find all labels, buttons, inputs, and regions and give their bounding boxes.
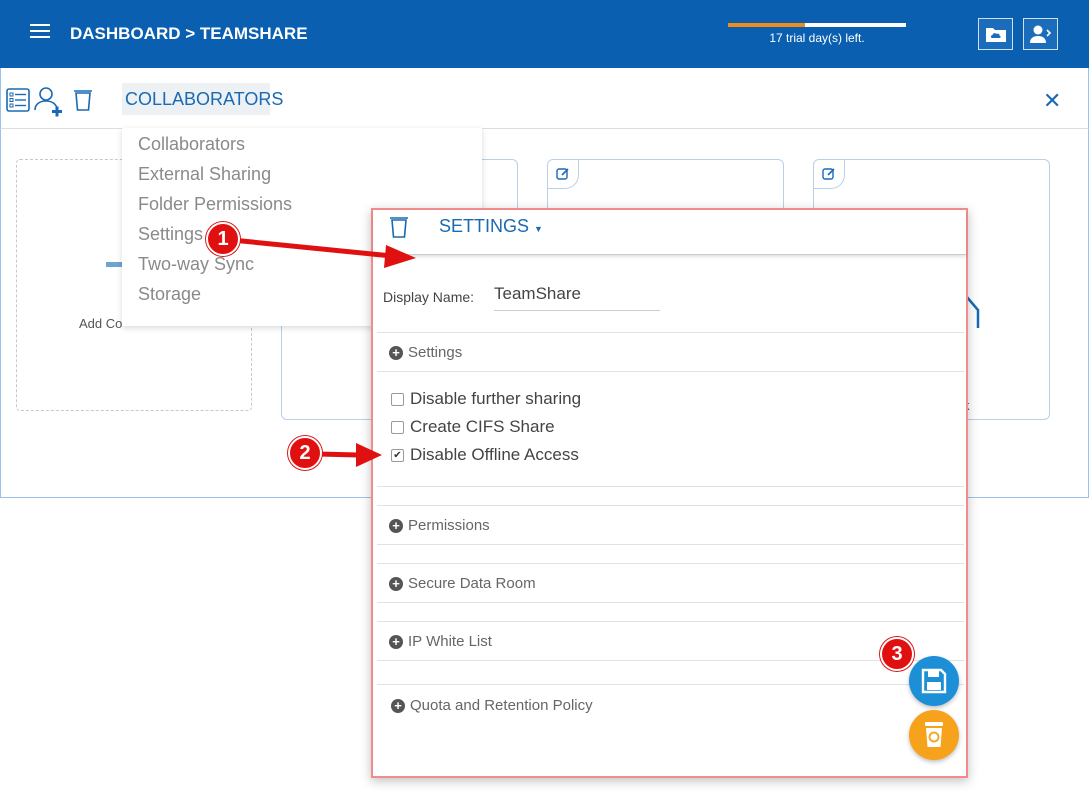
annotation-badge-1: 1 (206, 222, 240, 256)
annotation-badge-3: 3 (880, 637, 914, 671)
arrow-1 (231, 237, 416, 268)
annotation-arrows (231, 237, 416, 467)
arrow-2 (317, 443, 382, 467)
annotation-badge-2: 2 (288, 436, 322, 470)
